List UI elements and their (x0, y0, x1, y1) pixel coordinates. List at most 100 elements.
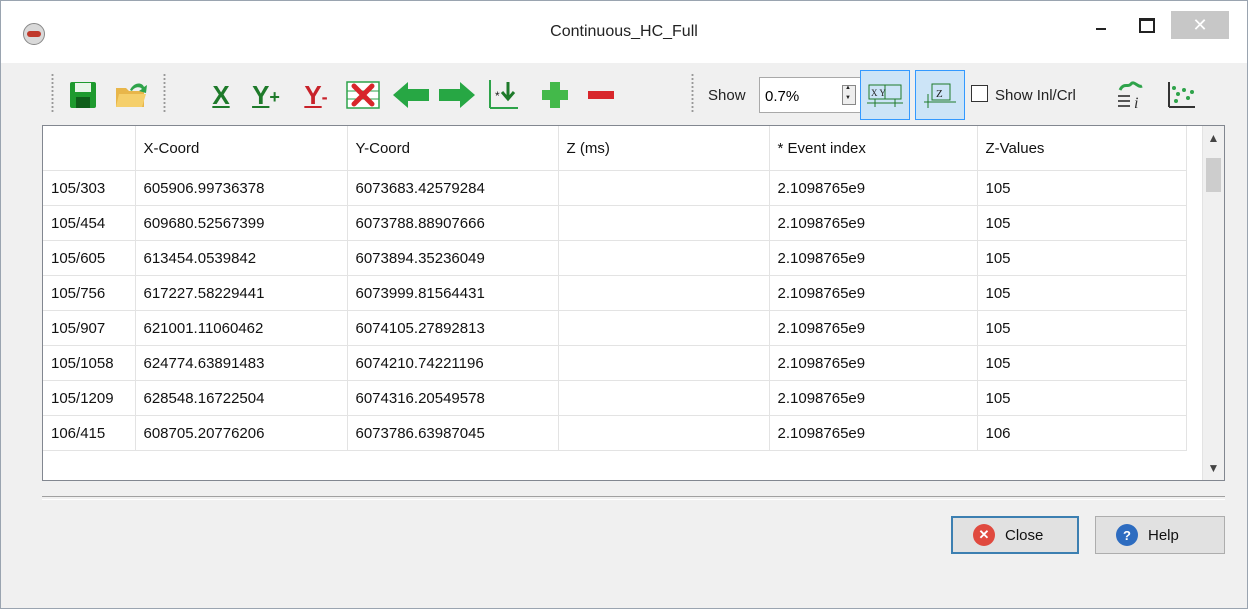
cell-event-index[interactable]: 2.1098765e9 (769, 415, 978, 451)
cell-x-coord[interactable]: 613454.0539842 (135, 240, 348, 276)
maximize-button[interactable] (1127, 11, 1167, 39)
open-button[interactable] (111, 75, 151, 115)
save-button[interactable] (63, 75, 103, 115)
cell-z-ms[interactable] (558, 240, 770, 276)
svg-text:Z: Z (936, 88, 943, 100)
cell-z-values[interactable]: 105 (977, 345, 1187, 381)
cell-event-index[interactable]: 2.1098765e9 (769, 240, 978, 276)
set-x-button[interactable]: X (201, 75, 241, 115)
column-header-z-values[interactable]: Z-Values (977, 126, 1187, 171)
table-row[interactable]: 106/415 608705.20776206 6073786.63987045… (43, 415, 1187, 451)
xy-display-toggle[interactable]: X Y (860, 70, 910, 120)
cell-z-ms[interactable] (558, 205, 770, 241)
cell-z-values[interactable]: 105 (977, 205, 1187, 241)
help-button[interactable]: ? Help (1095, 516, 1225, 554)
show-inl-crl-checkbox[interactable] (971, 85, 988, 102)
row-header[interactable]: 105/1058 (43, 345, 136, 381)
cell-event-index[interactable]: 2.1098765e9 (769, 380, 978, 416)
remove-y-button[interactable]: Y - (296, 75, 336, 115)
cell-x-coord[interactable]: 605906.99736378 (135, 170, 348, 206)
cell-y-coord[interactable]: 6074316.20549578 (347, 380, 559, 416)
set-z-icon: * (489, 80, 518, 109)
set-z-button[interactable]: * (483, 75, 523, 115)
cell-event-index[interactable]: 2.1098765e9 (769, 205, 978, 241)
toolbar-grip (691, 73, 694, 113)
svg-text:i: i (1134, 95, 1138, 112)
cell-y-coord[interactable]: 6073683.42579284 (347, 170, 559, 206)
scrollbar-thumb[interactable] (1206, 158, 1221, 192)
minimize-icon (1096, 28, 1106, 30)
cell-z-values[interactable]: 105 (977, 380, 1187, 416)
minimize-button[interactable] (1081, 11, 1121, 39)
cell-z-ms[interactable] (558, 170, 770, 206)
title-bar: Continuous_HC_Full ✕ (1, 1, 1247, 63)
cell-z-values[interactable]: 105 (977, 170, 1187, 206)
cell-z-values[interactable]: 105 (977, 275, 1187, 311)
corner-header[interactable] (43, 126, 136, 171)
maximize-icon (1139, 17, 1155, 33)
add-row-icon (542, 82, 568, 108)
row-header[interactable]: 105/605 (43, 240, 136, 276)
delete-column-button[interactable] (343, 75, 383, 115)
cell-z-ms[interactable] (558, 415, 770, 451)
vertical-scrollbar[interactable]: ▲ ▼ (1202, 126, 1224, 480)
inline-crossline-button[interactable]: i (1111, 75, 1151, 115)
svg-text:*: * (495, 89, 500, 103)
close-button[interactable]: ✕ Close (951, 516, 1079, 554)
row-header[interactable]: 105/454 (43, 205, 136, 241)
close-button-label: Close (1005, 526, 1044, 544)
add-row-button[interactable] (535, 75, 575, 115)
cell-y-coord[interactable]: 6074105.27892813 (347, 310, 559, 346)
cell-z-values[interactable]: 105 (977, 240, 1187, 276)
scroll-up-icon[interactable]: ▲ (1203, 126, 1224, 150)
table-row[interactable]: 105/605 613454.0539842 6073894.35236049 … (43, 240, 1187, 276)
cell-y-coord[interactable]: 6073894.35236049 (347, 240, 559, 276)
cell-z-ms[interactable] (558, 345, 770, 381)
table-row[interactable]: 105/303 605906.99736378 6073683.42579284… (43, 170, 1187, 206)
close-window-button[interactable]: ✕ (1171, 11, 1229, 39)
column-header-event-index[interactable]: * Event index (769, 126, 978, 171)
column-header-z-ms[interactable]: Z (ms) (558, 126, 770, 171)
cell-z-values[interactable]: 105 (977, 310, 1187, 346)
table-row[interactable]: 105/907 621001.11060462 6074105.27892813… (43, 310, 1187, 346)
cell-event-index[interactable]: 2.1098765e9 (769, 345, 978, 381)
spin-arrows-icon[interactable] (842, 85, 856, 105)
cell-event-index[interactable]: 2.1098765e9 (769, 275, 978, 311)
move-left-button[interactable] (391, 75, 431, 115)
scatter-plot-button[interactable] (1161, 75, 1201, 115)
scroll-down-icon[interactable]: ▼ (1203, 456, 1224, 480)
row-header[interactable]: 105/1209 (43, 380, 136, 416)
cell-y-coord[interactable]: 6073999.81564431 (347, 275, 559, 311)
table-row[interactable]: 105/1058 624774.63891483 6074210.7422119… (43, 345, 1187, 381)
cell-z-ms[interactable] (558, 310, 770, 346)
show-percent-input[interactable] (760, 78, 839, 114)
cell-x-coord[interactable]: 628548.16722504 (135, 380, 348, 416)
table-row[interactable]: 105/454 609680.52567399 6073788.88907666… (43, 205, 1187, 241)
cell-x-coord[interactable]: 617227.58229441 (135, 275, 348, 311)
cell-y-coord[interactable]: 6073788.88907666 (347, 205, 559, 241)
show-percent-spinbox[interactable] (759, 77, 863, 114)
cell-z-ms[interactable] (558, 275, 770, 311)
cell-event-index[interactable]: 2.1098765e9 (769, 310, 978, 346)
cell-x-coord[interactable]: 609680.52567399 (135, 205, 348, 241)
column-header-x-coord[interactable]: X-Coord (135, 126, 348, 171)
row-header[interactable]: 106/415 (43, 415, 136, 451)
add-y-button[interactable]: Y + (246, 75, 286, 115)
column-header-y-coord[interactable]: Y-Coord (347, 126, 559, 171)
cell-x-coord[interactable]: 621001.11060462 (135, 310, 348, 346)
move-right-button[interactable] (437, 75, 477, 115)
cell-z-values[interactable]: 106 (977, 415, 1187, 451)
row-header[interactable]: 105/907 (43, 310, 136, 346)
row-header[interactable]: 105/756 (43, 275, 136, 311)
cell-z-ms[interactable] (558, 380, 770, 416)
cell-x-coord[interactable]: 608705.20776206 (135, 415, 348, 451)
cell-event-index[interactable]: 2.1098765e9 (769, 170, 978, 206)
row-header[interactable]: 105/303 (43, 170, 136, 206)
table-row[interactable]: 105/1209 628548.16722504 6074316.2054957… (43, 380, 1187, 416)
table-row[interactable]: 105/756 617227.58229441 6073999.81564431… (43, 275, 1187, 311)
cell-y-coord[interactable]: 6073786.63987045 (347, 415, 559, 451)
z-display-toggle[interactable]: Z (915, 70, 965, 120)
cell-x-coord[interactable]: 624774.63891483 (135, 345, 348, 381)
remove-row-button[interactable] (581, 75, 621, 115)
cell-y-coord[interactable]: 6074210.74221196 (347, 345, 559, 381)
